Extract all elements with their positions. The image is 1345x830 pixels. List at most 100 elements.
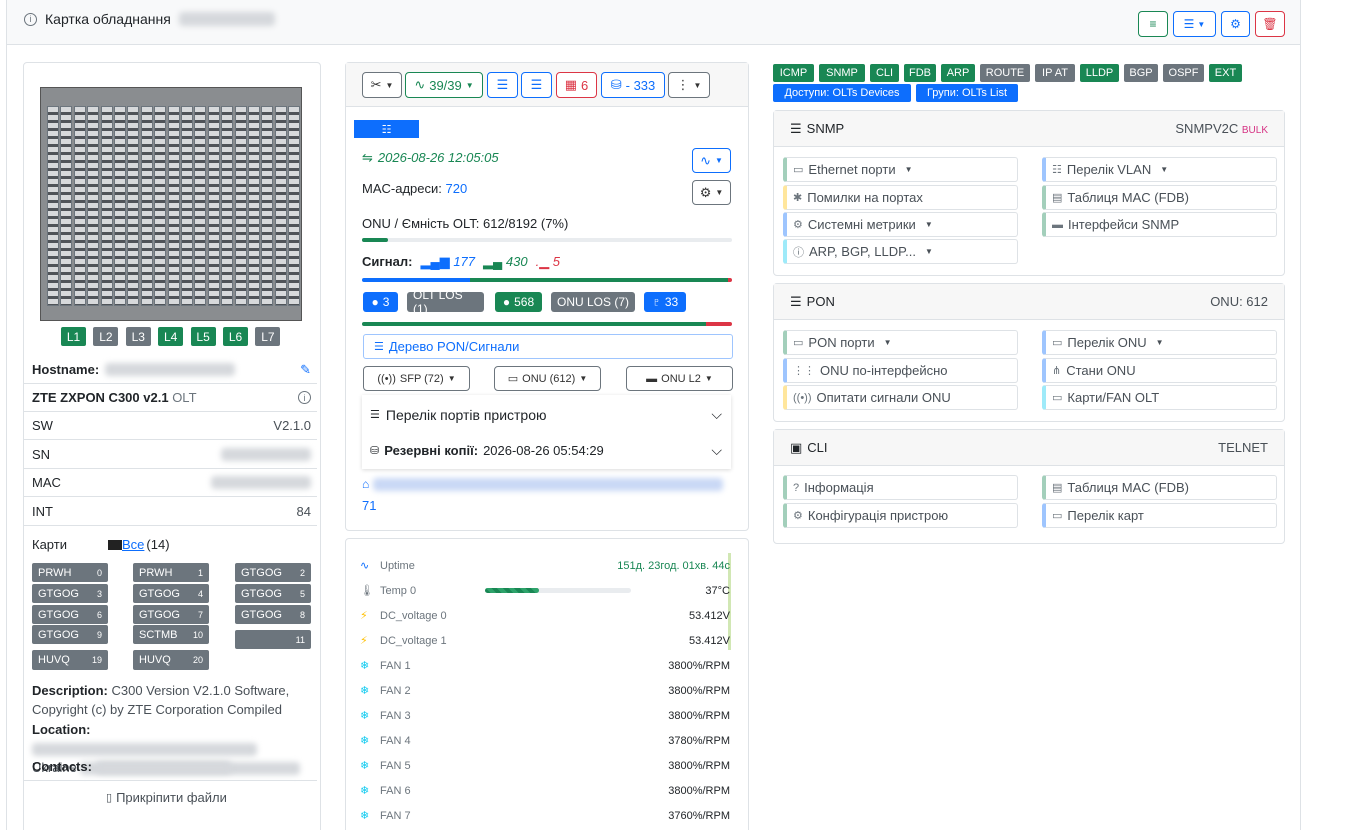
gear-button[interactable]: ⚙ [1221,11,1250,37]
metric-value: 3800%/RPM [668,684,730,697]
mac-table-link[interactable]: ▤ Таблиця MAC (FDB) [1042,185,1277,210]
card-slot[interactable]: GTGOG 8 [235,605,311,624]
card-slot[interactable]: PRWH 1 [133,563,209,582]
ports-list-label: Перелік портів пристрою [385,406,547,423]
capability-tag[interactable]: OSPF [1163,64,1204,82]
cards-count: (14) [146,537,170,552]
card-slot[interactable]: PRWH 0 [32,563,108,582]
cli-config-link[interactable]: ⚙ Конфігурація пристрою [783,503,1018,528]
description-label: Description: [32,683,108,698]
info-circle-icon[interactable]: i [298,391,311,404]
card-slot[interactable]: GTGOG 7 [133,605,209,624]
card-slot[interactable]: HUVQ 20 [133,650,209,670]
cli-title: CLI [807,439,828,455]
pill-olt-up[interactable]: ● 3 [363,292,398,312]
onu-dropdown[interactable]: ▭ ONU (612) ▼ [494,366,601,391]
backups-label: Резервні копії: [384,443,479,458]
delete-button[interactable]: 🗑 [1255,11,1285,37]
capability-tag[interactable]: BGP [1124,64,1158,82]
ethernet-ports-link[interactable]: ▭ Ethernet порти ▼ [783,157,1018,182]
capability-tag[interactable]: SNMP [819,64,865,82]
mac-count-value[interactable]: 720 [446,181,468,196]
card-slot[interactable]: GTGOG 4 [133,584,209,603]
card-slot[interactable]: SCTMB 10 [133,625,209,644]
capability-tag[interactable]: IP AT [1035,64,1075,82]
card-slot[interactable]: GTGOG 5 [235,584,311,603]
capability-tag[interactable]: FDB [904,64,936,82]
link-label: Таблиця MAC (FDB) [1067,480,1189,495]
tools-dropdown[interactable]: ✂ ▼ [362,72,402,98]
onu-states-link[interactable]: ⋔ Стани ONU [1042,358,1277,383]
cards-all-link[interactable]: Все [122,537,144,552]
link-label: Інформація [804,480,874,495]
ports-list-toggle[interactable]: ☰ Перелік портів пристрою ⌵ [370,406,722,423]
report-icon: ☷ [381,123,392,136]
vlan-list-link[interactable]: ☷ Перелік VLAN ▼ [1042,157,1277,182]
edit-icon[interactable]: ✎ [300,362,311,378]
snmp-interfaces-link[interactable]: ▬ Інтерфейси SNMP [1042,212,1277,237]
list-check-button[interactable]: ☰ [521,72,552,98]
sfp-dropdown[interactable]: ((•)) SFP (72) ▼ [363,366,470,391]
fan-icon: ❄ [360,660,370,672]
card-slot[interactable]: 11 [235,630,311,649]
access-tag[interactable]: Доступи: OLTs Devices [773,84,911,102]
onu-per-interface-link[interactable]: ⋮⋮ ONU по-інтерфейсно [783,358,1018,383]
settings-dropdown-button[interactable]: ☰ ▼ [1173,11,1216,37]
model-row: ZTE ZXPON C300 v2.1 OLT i [24,384,317,412]
link-label: ARP, BGP, LLDP... [809,244,916,259]
address-number[interactable]: 71 [362,498,376,513]
los-bar-ok [362,322,706,326]
arp-bgp-lldp-link[interactable]: ⓘ ARP, BGP, LLDP... ▼ [783,239,1018,264]
capability-tag[interactable]: ROUTE [980,64,1030,82]
cli-info-link[interactable]: ? Інформація [783,475,1018,500]
capability-tag[interactable]: CLI [870,64,899,82]
cli-cards-link[interactable]: ▭ Перелік карт [1042,503,1277,528]
disk-button[interactable]: ⛁ - 333 [601,72,665,98]
onu-l2-dropdown[interactable]: ▬ ONU L2 ▼ [626,366,733,391]
pill-onu-up[interactable]: ● 568 [495,292,542,312]
pill-onu-los[interactable]: ONU LOS (7) [551,292,635,312]
list-button[interactable]: ≡ [1138,11,1168,37]
pulse-dropdown[interactable]: ∿ 39/39 ▼ [405,72,483,98]
backups-toggle[interactable]: ⛁ Резервні копії: 2026-08-26 05:54:29 ⌵ [370,442,722,459]
caret-icon: ▼ [1197,19,1206,29]
pill-olt-los[interactable]: OLT LOS (1) [407,288,484,316]
onu-list-link[interactable]: ▭ Перелік ONU ▼ [1042,330,1277,355]
activity-dropdown[interactable]: ∿ ▼ [692,148,731,173]
groups-tag[interactable]: Групи: OLTs List [916,84,1018,102]
card-name: SCTMB [139,628,178,641]
list-numbered-button[interactable]: ☰ [487,72,518,98]
card-slot[interactable]: GTGOG 3 [32,584,108,603]
system-metrics-link[interactable]: ⚙ Системні метрики ▼ [783,212,1018,237]
capability-tag[interactable]: LLDP [1080,64,1119,82]
chevron-down-icon: ⌵ [711,442,722,458]
gear-dropdown[interactable]: ⚙ ▼ [692,180,731,205]
more-dropdown[interactable]: ⋮ ▼ [668,72,710,98]
capability-tag[interactable]: EXT [1209,64,1242,82]
cli-mac-table-link[interactable]: ▤ Таблиця MAC (FDB) [1042,475,1277,500]
attach-files-link[interactable]: ▯ Прикріпити файли [106,790,227,805]
backups-value: 2026-08-26 05:54:29 [483,443,604,458]
plug-icon: ♇ [651,295,661,309]
flag-icon [108,539,122,550]
card-slot[interactable]: HUVQ 19 [32,650,108,670]
poll-onu-signals-link[interactable]: ((•)) Опитати сигнали ONU [783,385,1018,410]
card-slot[interactable]: GTGOG 9 [32,625,108,644]
port-errors-link[interactable]: ✱ Помилки на портах [783,185,1018,210]
metric-row: ❄ FAN 1 3800%/RPM [360,653,730,678]
calendar-button[interactable]: ▦ 6 [556,72,597,98]
pill-fiber[interactable]: ♇ 33 [644,292,686,312]
pon-tree-button[interactable]: ☰ Дерево PON/Сигнали [363,334,733,359]
cli-header: ▣ CLI TELNET [774,430,1284,466]
chassis-slot [114,106,126,306]
metric-label: FAN 5 [380,759,411,772]
capability-tag[interactable]: ARP [941,64,975,82]
olt-cards-fan-link[interactable]: ▭ Карти/FAN OLT [1042,385,1277,410]
capability-tag[interactable]: ICMP [773,64,814,82]
card-slot[interactable]: GTGOG 2 [235,563,311,582]
pon-ports-link[interactable]: ▭ PON порти ▼ [783,330,1018,355]
metric-value: 53.412V [689,634,730,647]
metric-row: 🌡 Temp 0 37°C [360,578,730,603]
table-icon: ▤ [1052,482,1063,494]
card-slot[interactable]: GTGOG 6 [32,605,108,624]
